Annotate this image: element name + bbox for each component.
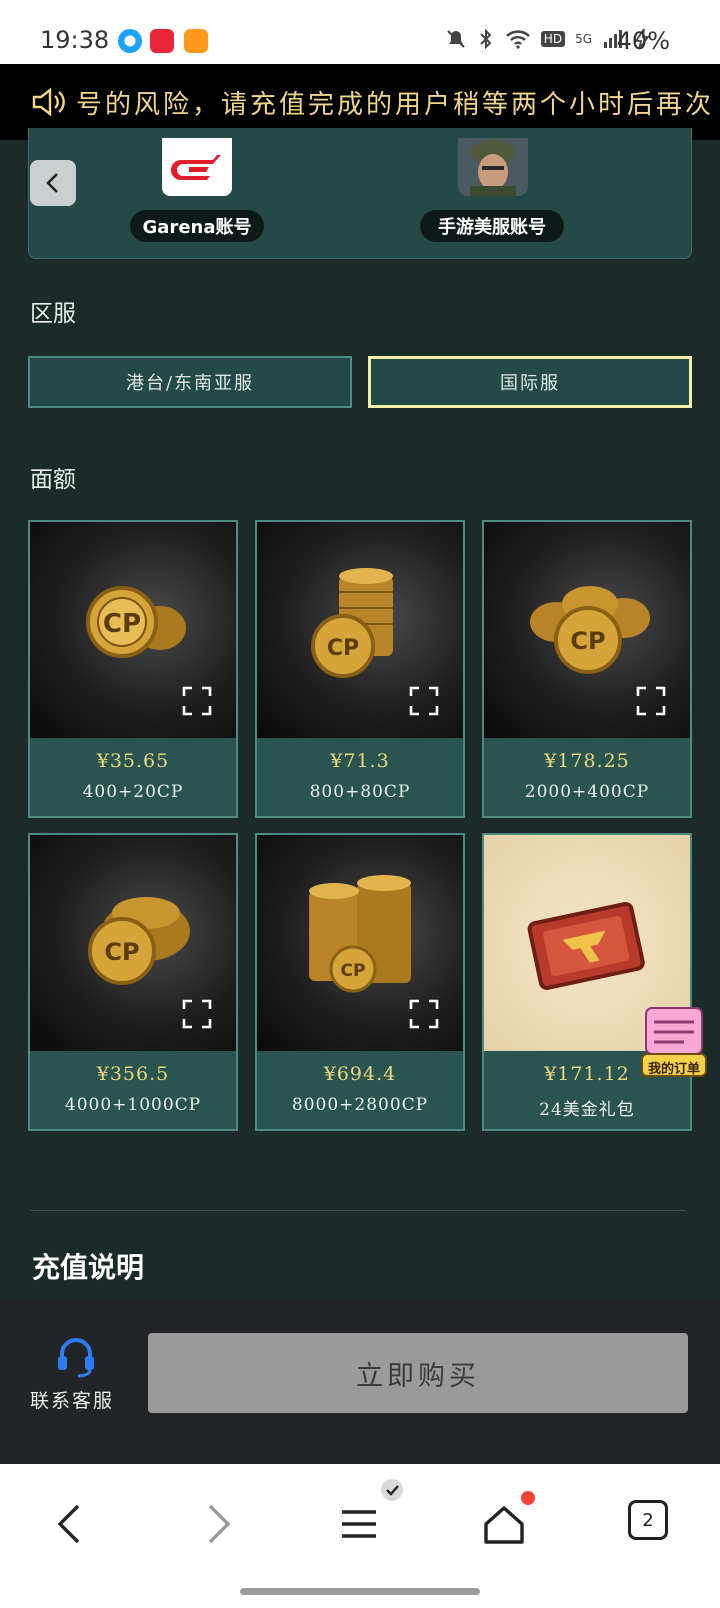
speaker-icon xyxy=(32,87,65,117)
app-notification-icon xyxy=(184,29,208,53)
svg-text:CP: CP xyxy=(103,609,141,639)
card-price: ¥71.3 xyxy=(330,750,390,772)
card-price: ¥178.25 xyxy=(544,750,630,772)
section-divider xyxy=(30,1210,686,1211)
nav-menu-icon[interactable] xyxy=(336,1500,384,1548)
account-type-panel xyxy=(28,128,692,259)
wifi-icon xyxy=(505,30,530,49)
region-option-hk-tw-sea[interactable]: 港台/东南亚服 xyxy=(28,356,352,408)
denomination-card[interactable]: CP ¥694.4 8000+2800CP xyxy=(255,833,465,1131)
hd-badge: HD xyxy=(540,31,566,47)
region-option-international[interactable]: 国际服 xyxy=(368,356,692,408)
card-desc: 800+80CP xyxy=(309,782,411,802)
denomination-card[interactable]: CP ¥356.5 4000+1000CP xyxy=(28,833,238,1131)
app-notification-icon xyxy=(118,29,142,53)
battery-level: 40% xyxy=(616,27,670,55)
card-desc: 2000+400CP xyxy=(524,782,650,802)
expand-icon[interactable] xyxy=(409,999,439,1029)
notice-text: 号的风险，请充值完成的用户稍等两个小时后再次 xyxy=(76,90,715,120)
cp-coins-image: CP xyxy=(30,522,236,738)
expand-icon[interactable] xyxy=(636,686,666,716)
nav-back-icon[interactable] xyxy=(48,1500,96,1548)
cp-coins-image: CP xyxy=(257,522,463,738)
denomination-title: 面额 xyxy=(30,467,76,493)
tabs-button[interactable]: 2 xyxy=(628,1500,668,1540)
expand-icon[interactable] xyxy=(409,686,439,716)
home-indicator[interactable] xyxy=(240,1588,480,1595)
customer-service-headset-icon[interactable] xyxy=(54,1334,98,1378)
card-desc: 8000+2800CP xyxy=(291,1095,429,1115)
svg-text:CP: CP xyxy=(341,961,366,981)
network-5g-badge: 5G xyxy=(575,32,592,46)
soldier-avatar-icon xyxy=(458,138,528,196)
buy-now-button[interactable]: 立即购买 xyxy=(148,1333,688,1413)
checkmark-badge-icon xyxy=(381,1479,403,1501)
denomination-card[interactable]: CP ¥178.25 2000+400CP xyxy=(482,520,692,818)
customer-service-label[interactable]: 联系客服 xyxy=(30,1386,114,1413)
bluetooth-icon xyxy=(480,28,492,50)
account-label-garena[interactable]: Garena账号 xyxy=(130,210,264,242)
tab-count: 2 xyxy=(642,1509,654,1531)
status-bar: 19:38 HD 5G 40% xyxy=(0,0,720,64)
account-label-us-server[interactable]: 手游美服账号 xyxy=(420,210,564,242)
card-desc: 400+20CP xyxy=(82,782,184,802)
svg-text:CP: CP xyxy=(570,627,605,655)
card-desc: 24美金礼包 xyxy=(539,1100,635,1120)
mute-icon xyxy=(447,30,465,48)
cp-coins-image: CP xyxy=(484,522,690,738)
nav-home-icon[interactable] xyxy=(480,1500,528,1548)
denomination-card[interactable]: CP ¥35.65 400+20CP xyxy=(28,520,238,818)
notification-dot xyxy=(521,1491,535,1505)
my-orders-float-button[interactable]: 我的订单 xyxy=(640,1000,708,1080)
back-button[interactable] xyxy=(30,160,76,206)
cp-coins-image: CP xyxy=(257,835,463,1051)
cp-coins-image: CP xyxy=(30,835,236,1051)
chevron-left-icon xyxy=(46,173,58,193)
status-time: 19:38 xyxy=(40,26,110,54)
card-price: ¥356.5 xyxy=(96,1063,170,1085)
denomination-card[interactable]: CP ¥71.3 800+80CP xyxy=(255,520,465,818)
card-desc: 4000+1000CP xyxy=(64,1095,202,1115)
my-orders-label: 我的订单 xyxy=(647,1062,700,1077)
region-title: 区服 xyxy=(30,301,76,327)
nav-forward-icon[interactable] xyxy=(192,1500,240,1548)
us-server-account-image[interactable] xyxy=(458,138,528,196)
expand-icon[interactable] xyxy=(182,999,212,1029)
svg-text:CP: CP xyxy=(104,938,139,966)
svg-text:CP: CP xyxy=(327,636,359,661)
garena-logo-icon xyxy=(171,155,221,180)
xiaohongshu-icon xyxy=(150,29,174,53)
denomination-card[interactable]: ¥171.12 24美金礼包 xyxy=(482,833,692,1131)
expand-icon[interactable] xyxy=(182,686,212,716)
card-price: ¥694.4 xyxy=(323,1063,397,1085)
garena-logo[interactable] xyxy=(162,138,232,196)
recharge-notes-title: 充值说明 xyxy=(32,1251,145,1284)
card-price: ¥35.65 xyxy=(96,750,170,772)
